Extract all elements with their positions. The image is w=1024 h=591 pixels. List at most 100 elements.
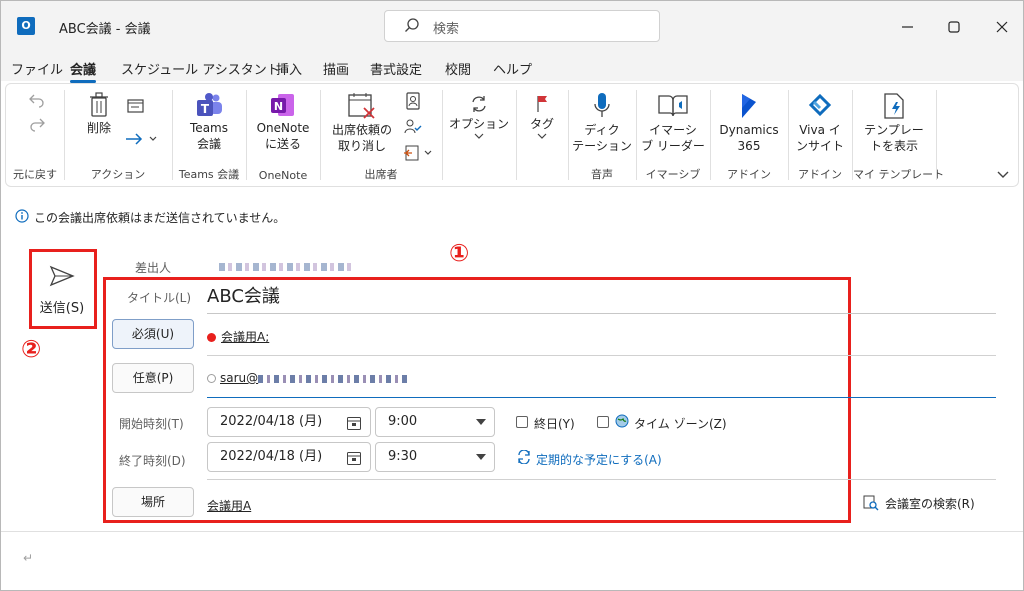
make-recurring-link[interactable]: 定期的な予定にする(A) — [536, 451, 662, 468]
dynamics-365-icon — [742, 94, 756, 118]
close-icon[interactable] — [992, 17, 1012, 37]
globe-icon — [615, 414, 629, 428]
calendar-icon — [347, 452, 361, 465]
address-book-icon[interactable] — [405, 92, 421, 110]
room-finder-label: 会議室の検索(R) — [885, 497, 975, 511]
time-zone-checkbox[interactable] — [597, 416, 609, 428]
tab-scheduling-assistant[interactable]: スケジュール アシスタント — [121, 59, 280, 78]
presence-unknown-icon — [207, 374, 216, 383]
group-tags: タグ — [517, 84, 567, 186]
send-to-onenote-button[interactable]: N OneNote に送る — [251, 92, 315, 152]
dynamics-365-button[interactable]: Dynamics 365 — [715, 92, 783, 154]
tab-review[interactable]: 校閲 — [445, 59, 471, 78]
group-addin-viva: Viva イ ンサイト アドイン — [789, 84, 851, 186]
immersive-reader-icon — [658, 95, 688, 117]
group-label-mytemplates: マイ テンプレート — [853, 168, 945, 181]
tags-button[interactable]: タグ — [521, 94, 563, 142]
immersive-label-1: イマーシ — [649, 123, 697, 137]
tab-meeting[interactable]: 会議 — [70, 59, 97, 83]
outlook-window: O ABC会議 - 会議 検索 ファイル 会議 スケジュール アシスタント 挿入… — [0, 0, 1024, 591]
viva-insights-button[interactable]: Viva イ ンサイト — [791, 92, 849, 154]
all-day-checkbox[interactable] — [516, 416, 528, 428]
end-time-value: 9:30 — [388, 449, 418, 464]
group-label-action: アクション — [90, 168, 146, 181]
location-button[interactable]: 場所 — [112, 487, 194, 517]
group-undo: 元に戻す — [6, 84, 64, 186]
tab-draw[interactable]: 描画 — [323, 59, 349, 78]
presence-busy-icon — [207, 333, 216, 342]
annotation-number-2: ② — [21, 335, 42, 363]
immersive-reader-button[interactable]: イマーシ ブ リーダー — [641, 92, 705, 154]
options-label: オプション — [448, 117, 509, 131]
start-date-value: 2022/04/18 (月) — [220, 414, 323, 429]
group-attendees: 出席依頼の 取り消し 出席者 — [321, 84, 441, 186]
chevron-down-icon — [474, 133, 484, 139]
optional-attendees-button[interactable]: 任意(P) — [112, 363, 194, 393]
group-onenote: N OneNote に送る OneNote — [247, 84, 319, 186]
room-search-icon — [863, 495, 879, 511]
dictate-button[interactable]: ディク テーション — [571, 92, 633, 154]
check-names-icon[interactable] — [403, 118, 423, 136]
location-field[interactable]: 会議用A — [207, 497, 251, 514]
annotation-box-send — [29, 249, 97, 329]
maximize-icon[interactable] — [944, 17, 964, 37]
redo-icon[interactable] — [28, 116, 46, 132]
end-time-label: 終了時刻(D) — [119, 454, 186, 468]
end-time-select[interactable]: 9:30 — [375, 442, 495, 472]
from-redacted — [219, 263, 353, 271]
end-date-picker[interactable]: 2022/04/18 (月) — [207, 442, 371, 472]
tab-insert[interactable]: 挿入 — [276, 59, 302, 78]
teams-meeting-button[interactable]: T Teams 会議 — [179, 92, 239, 152]
chevron-down-icon — [537, 133, 547, 139]
message-body[interactable]: ↵ — [23, 551, 33, 565]
options-button[interactable]: オプション — [447, 94, 511, 142]
start-date-picker[interactable]: 2022/04/18 (月) — [207, 407, 371, 437]
group-label-attendees: 出席者 — [364, 168, 398, 181]
optional-attendees-field[interactable]: saru@ — [207, 371, 409, 385]
undo-icon[interactable] — [28, 92, 46, 108]
view-templates-button[interactable]: テンプレー トを表示 — [861, 92, 927, 154]
room-finder-button[interactable]: 会議室の検索(R) — [863, 495, 975, 512]
required-attendees-field[interactable]: 会議用A; — [207, 328, 269, 345]
start-time-value: 9:00 — [388, 414, 418, 429]
title-input[interactable]: ABC会議 — [207, 283, 996, 314]
forward-arrow-icon[interactable] — [125, 132, 159, 146]
from-label: 差出人 — [135, 261, 172, 275]
tab-format[interactable]: 書式設定 — [370, 59, 422, 78]
body-separator — [1, 531, 1023, 532]
group-teams: T Teams 会議 Teams 会議 — [173, 84, 245, 186]
calendar-forward-icon[interactable] — [127, 98, 145, 114]
tab-file[interactable]: ファイル — [11, 59, 63, 78]
info-message: この会議出席依頼はまだ送信されていません。 — [34, 211, 286, 225]
minimize-icon[interactable] — [898, 17, 918, 37]
title-bar: O ABC会議 - 会議 検索 — [1, 1, 1023, 53]
required-attendees-button[interactable]: 必須(U) — [112, 319, 194, 349]
cancel-invitation-button[interactable]: 出席依頼の 取り消し — [329, 92, 395, 154]
group-label-onenote: OneNote — [258, 169, 308, 182]
ribbon-expand-icon[interactable] — [996, 170, 1010, 180]
all-day-label: 終日(Y) — [534, 417, 575, 431]
cancel-invite-label-1: 出席依頼の — [331, 123, 392, 137]
immersive-label-2: ブ リーダー — [641, 139, 705, 153]
optional-underline — [207, 397, 996, 398]
delete-button[interactable]: 削除 — [81, 92, 117, 136]
dynamics-label-2: 365 — [737, 139, 761, 153]
response-options-icon[interactable] — [403, 144, 435, 162]
start-time-label: 開始時刻(T) — [119, 417, 184, 431]
end-date-value: 2022/04/18 (月) — [220, 449, 323, 464]
optional-attendee-value: saru@ — [220, 371, 259, 385]
title-label: タイトル(L) — [127, 291, 192, 305]
search-box[interactable]: 検索 — [384, 10, 660, 42]
template-label-1: テンプレー — [864, 123, 924, 137]
viva-label-1: Viva イ — [799, 123, 841, 137]
tab-help[interactable]: ヘルプ — [493, 59, 532, 78]
group-action: 削除 アクション — [65, 84, 171, 186]
group-label-addin1: アドイン — [727, 168, 771, 181]
start-time-select[interactable]: 9:00 — [375, 407, 495, 437]
group-label-undo: 元に戻す — [13, 168, 57, 181]
viva-label-2: ンサイト — [795, 139, 844, 153]
recurrence-icon — [518, 450, 530, 464]
search-icon — [405, 18, 419, 32]
group-label-teams: Teams 会議 — [178, 168, 240, 181]
menu-bar: ファイル 会議 スケジュール アシスタント 挿入 描画 書式設定 校閲 ヘルプ — [1, 53, 1023, 83]
